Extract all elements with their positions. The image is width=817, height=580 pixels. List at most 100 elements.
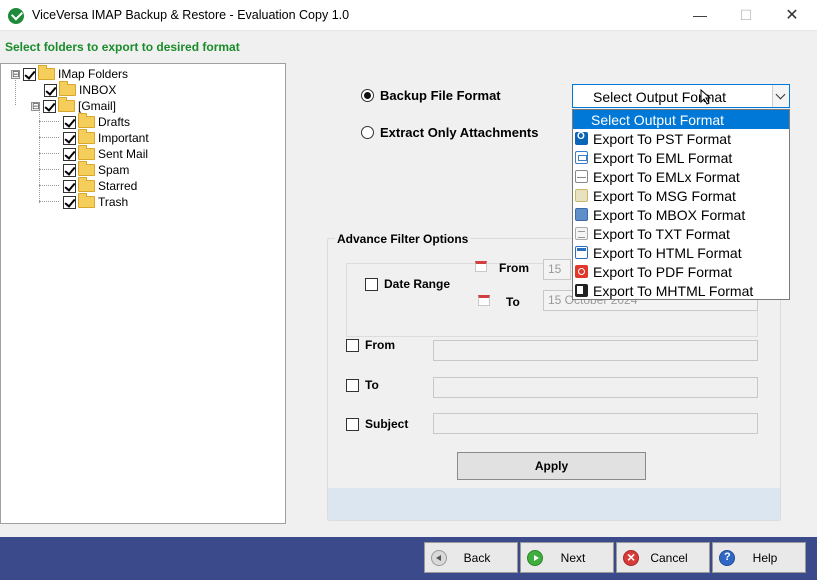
format-option-label: Export To MHTML Format (593, 282, 754, 299)
tree-node-drafts[interactable]: Drafts (63, 113, 131, 130)
format-option-default[interactable]: Select Output Format (573, 110, 789, 129)
backup-format-option[interactable]: Backup File Format (361, 88, 501, 103)
msg-icon (575, 189, 588, 202)
html-icon (575, 246, 588, 259)
backup-format-label: Backup File Format (380, 88, 501, 103)
format-option-pdf[interactable]: Export To PDF Format (573, 262, 789, 281)
backup-format-radio[interactable] (361, 89, 374, 102)
tree-node-sent-mail[interactable]: Sent Mail (63, 145, 149, 162)
gmail-checkbox[interactable] (43, 99, 56, 113)
format-option-label: Export To EMLx Format (593, 168, 740, 185)
mouse-cursor-icon (700, 89, 712, 105)
format-option-emlx[interactable]: Export To EMLx Format (573, 167, 789, 186)
title-bar: ViceVersa IMAP Backup & Restore - Evalua… (0, 0, 817, 31)
format-option-pst[interactable]: Export To PST Format (573, 129, 789, 148)
folder-icon (38, 65, 55, 80)
drafts-checkbox[interactable] (63, 115, 76, 129)
format-option-txt[interactable]: Export To TXT Format (573, 224, 789, 243)
to-date-label: To (506, 295, 520, 309)
folder-icon (78, 193, 95, 208)
format-option-mhtml[interactable]: Export To MHTML Format (573, 281, 789, 300)
tree-line (39, 137, 59, 138)
next-button[interactable]: Next (520, 542, 614, 573)
extract-attachments-radio[interactable] (361, 126, 374, 139)
starred-checkbox[interactable] (63, 179, 76, 193)
window-title: ViceVersa IMAP Backup & Restore - Evalua… (32, 8, 350, 22)
to-filter-input[interactable] (433, 377, 758, 398)
tree-line (15, 78, 16, 105)
tree-node-label: IMap Folders (58, 67, 129, 81)
tree-node-trash[interactable]: Trash (63, 193, 129, 210)
tree-node-gmail[interactable]: ⊟ [Gmail] (31, 97, 116, 114)
tree-node-label: Starred (98, 179, 138, 193)
folder-icon (78, 145, 95, 160)
next-button-label: Next (560, 550, 586, 565)
spam-checkbox[interactable] (63, 163, 76, 177)
help-button[interactable]: Help (712, 542, 806, 573)
maximize-button[interactable]: ☐ (723, 0, 769, 30)
output-format-select[interactable]: Select Output Format (572, 84, 790, 108)
subject-filter-input[interactable] (433, 413, 758, 434)
format-option-eml[interactable]: Export To EML Format (573, 148, 789, 167)
tree-line (39, 169, 59, 170)
date-range-option[interactable]: Date Range (365, 277, 450, 291)
tree-line (39, 185, 59, 186)
format-option-label: Export To MSG Format (593, 187, 736, 204)
format-option-label: Export To HTML Format (593, 244, 742, 261)
format-option-label: Export To MBOX Format (593, 206, 746, 223)
trash-checkbox[interactable] (63, 195, 76, 209)
tree-node-label: Drafts (98, 115, 131, 129)
tree-node-label: Sent Mail (98, 147, 149, 161)
collapse-icon[interactable]: ⊟ (31, 101, 40, 111)
to-filter-checkbox[interactable] (346, 378, 359, 392)
tree-node-starred[interactable]: Starred (63, 177, 138, 194)
format-option-mbox[interactable]: Export To MBOX Format (573, 205, 789, 224)
subject-filter-option[interactable]: Subject (346, 417, 408, 431)
format-option-html[interactable]: Export To HTML Format (573, 243, 789, 262)
from-date-label: From (499, 261, 529, 275)
pdf-icon (575, 265, 588, 278)
collapse-icon[interactable]: ⊟ (11, 69, 20, 79)
tree-node-important[interactable]: Important (63, 129, 149, 146)
apply-button[interactable]: Apply (457, 452, 646, 480)
help-button-label: Help (752, 550, 778, 565)
outlook-icon (575, 131, 588, 145)
sent-mail-checkbox[interactable] (63, 147, 76, 161)
tree-node-inbox[interactable]: INBOX (44, 81, 116, 98)
folder-icon (78, 177, 95, 192)
tree-node-label: Trash (98, 195, 129, 209)
format-option-label: Export To PDF Format (593, 263, 733, 280)
date-range-checkbox[interactable] (365, 277, 378, 291)
root-checkbox[interactable] (23, 67, 36, 81)
from-filter-option[interactable]: From (346, 338, 395, 352)
tree-node-spam[interactable]: Spam (63, 161, 129, 178)
help-icon (719, 549, 735, 566)
close-button[interactable]: ✕ (769, 0, 815, 30)
tree-node-label: Important (98, 131, 149, 145)
tree-node-root[interactable]: ⊟ IMap Folders (11, 65, 129, 82)
folder-icon (78, 129, 95, 144)
tree-line (39, 153, 59, 154)
inbox-checkbox[interactable] (44, 83, 57, 97)
important-checkbox[interactable] (63, 131, 76, 145)
subject-filter-checkbox[interactable] (346, 417, 359, 431)
cancel-icon (623, 549, 639, 566)
from-date-field[interactable]: 15 (543, 259, 571, 280)
from-filter-checkbox[interactable] (346, 338, 359, 352)
from-filter-input[interactable] (433, 340, 758, 361)
chevron-down-icon[interactable] (772, 85, 789, 107)
minimize-button[interactable]: — (677, 0, 723, 30)
extract-attachments-option[interactable]: Extract Only Attachments (361, 125, 538, 140)
format-option-msg[interactable]: Export To MSG Format (573, 186, 789, 205)
tree-line (39, 121, 59, 122)
format-option-label: Export To TXT Format (593, 225, 730, 242)
instruction-text: Select folders to export to desired form… (5, 40, 240, 54)
cancel-button[interactable]: Cancel (616, 542, 710, 573)
output-format-dropdown[interactable]: Select Output Format Export To PST Forma… (572, 109, 790, 300)
subject-filter-label: Subject (365, 417, 409, 431)
folder-tree[interactable]: ⊟ IMap Folders INBOX ⊟ [Gmail] Drafts Im… (0, 63, 286, 524)
to-filter-option[interactable]: To (346, 378, 379, 392)
back-button[interactable]: Back (424, 542, 518, 573)
mbox-icon (575, 208, 588, 221)
footer-bar: Back Next Cancel Help (0, 537, 817, 580)
